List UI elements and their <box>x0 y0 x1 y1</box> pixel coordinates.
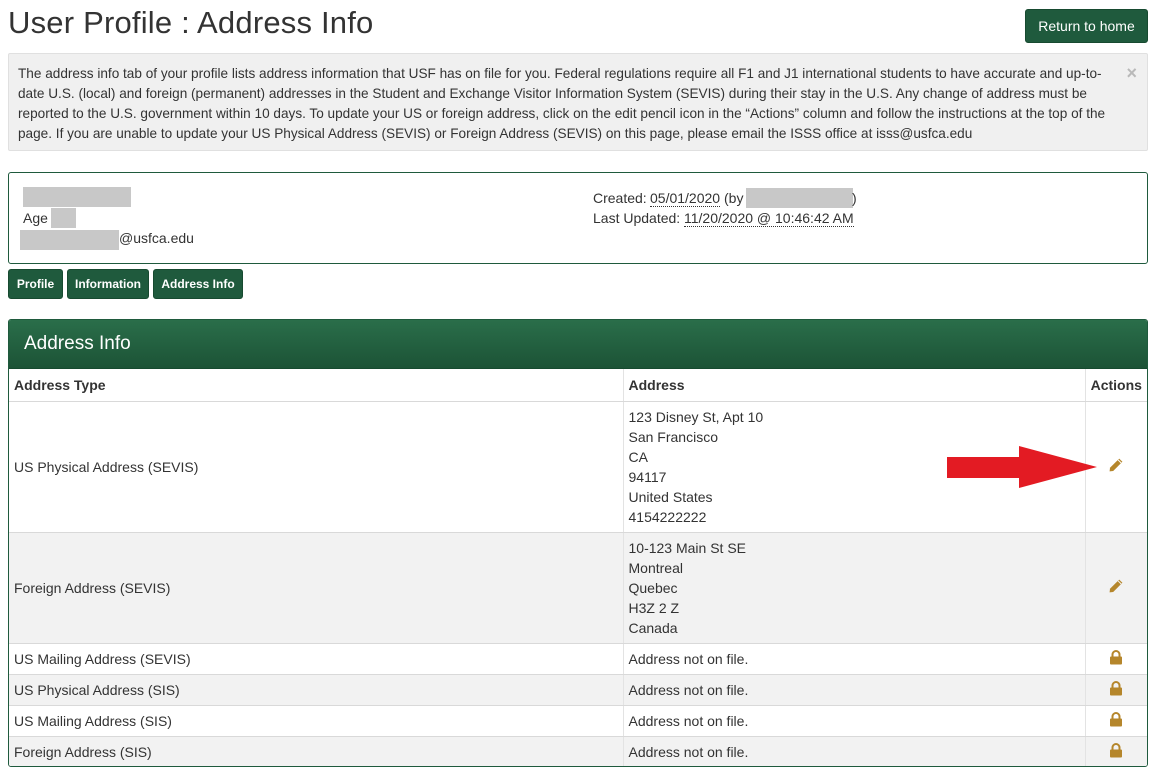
address-cell: Address not on file. <box>623 643 1086 675</box>
actions-cell <box>1085 532 1147 644</box>
table-row: US Mailing Address (SIS) Address not on … <box>9 705 1147 737</box>
edit-pencil-icon[interactable] <box>1108 457 1124 476</box>
created-date: 05/01/2020 <box>650 190 721 207</box>
redacted-name <box>23 187 131 207</box>
created-by-open: (by <box>724 190 744 206</box>
address-type-cell: Foreign Address (SEVIS) <box>9 532 624 644</box>
address-cell: Address not on file. <box>623 705 1086 737</box>
address-type-cell: US Mailing Address (SIS) <box>9 705 624 737</box>
address-line: Quebec <box>628 579 678 596</box>
redacted-creator <box>746 188 853 208</box>
actions-cell <box>1085 643 1147 675</box>
address-table: Address Type Address Actions US Physical… <box>9 369 1147 766</box>
lock-icon <box>1109 742 1123 761</box>
close-icon[interactable]: × <box>1126 64 1137 82</box>
address-type-cell: US Mailing Address (SEVIS) <box>9 643 624 675</box>
address-line: 4154222222 <box>628 508 707 525</box>
address-line: San Francisco <box>628 428 718 445</box>
created-label: Created: <box>593 190 647 206</box>
updated-value: 11/20/2020 @ 10:46:42 AM <box>684 210 854 227</box>
column-header-address: Address <box>623 369 1086 402</box>
address-line: 10-123 Main St SE <box>628 539 747 556</box>
edit-pencil-icon[interactable] <box>1108 578 1124 597</box>
actions-cell <box>1085 705 1147 737</box>
address-line: H3Z 2 Z <box>628 599 680 616</box>
tab-information[interactable]: Information <box>67 269 149 299</box>
notice-text: The address info tab of your profile lis… <box>18 66 1106 141</box>
created-by-close: ) <box>852 190 857 206</box>
address-line: Canada <box>628 619 678 636</box>
tab-address-info[interactable]: Address Info <box>153 269 243 299</box>
address-line: United States <box>628 488 713 505</box>
info-notice: The address info tab of your profile lis… <box>8 53 1148 151</box>
table-row: US Physical Address (SIS) Address not on… <box>9 674 1147 706</box>
updated-label: Last Updated: <box>593 210 681 226</box>
redacted-email-user <box>20 230 119 250</box>
address-line: 123 Disney St, Apt 10 <box>628 408 764 425</box>
table-row: US Mailing Address (SEVIS) Address not o… <box>9 643 1147 675</box>
panel-title: Address Info <box>9 320 1147 369</box>
return-home-button[interactable]: Return to home <box>1025 9 1148 43</box>
table-row: Foreign Address (SEVIS) 10-123 Main St S… <box>9 532 1147 644</box>
email-domain: @usfca.edu <box>119 230 194 246</box>
address-info-panel: Address Info Address Type Address Action… <box>8 319 1148 767</box>
red-arrow-annotation-icon <box>947 446 1097 488</box>
lock-icon <box>1109 680 1123 699</box>
actions-cell <box>1085 736 1147 766</box>
age-label: Age <box>23 210 48 226</box>
redacted-age <box>51 208 76 228</box>
actions-cell <box>1085 674 1147 706</box>
profile-summary-card: Age @usfca.edu Created: 05/01/2020 (by )… <box>8 172 1148 264</box>
column-header-address-type: Address Type <box>9 369 624 402</box>
lock-icon <box>1109 711 1123 730</box>
page-title: User Profile : Address Info <box>8 5 374 40</box>
address-cell: Address not on file. <box>623 674 1086 706</box>
address-type-cell: US Physical Address (SEVIS) <box>9 401 624 533</box>
lock-icon <box>1109 649 1123 668</box>
address-type-cell: Foreign Address (SIS) <box>9 736 624 766</box>
table-row: Foreign Address (SIS) Address not on fil… <box>9 736 1147 766</box>
address-type-cell: US Physical Address (SIS) <box>9 674 624 706</box>
profile-tabs: Profile Information Address Info <box>8 269 243 299</box>
address-cell: Address not on file. <box>623 736 1086 766</box>
address-cell: 10-123 Main St SE Montreal Quebec H3Z 2 … <box>623 532 1086 644</box>
tab-profile[interactable]: Profile <box>8 269 63 299</box>
address-line: Montreal <box>628 559 683 576</box>
column-header-actions: Actions <box>1085 369 1147 402</box>
